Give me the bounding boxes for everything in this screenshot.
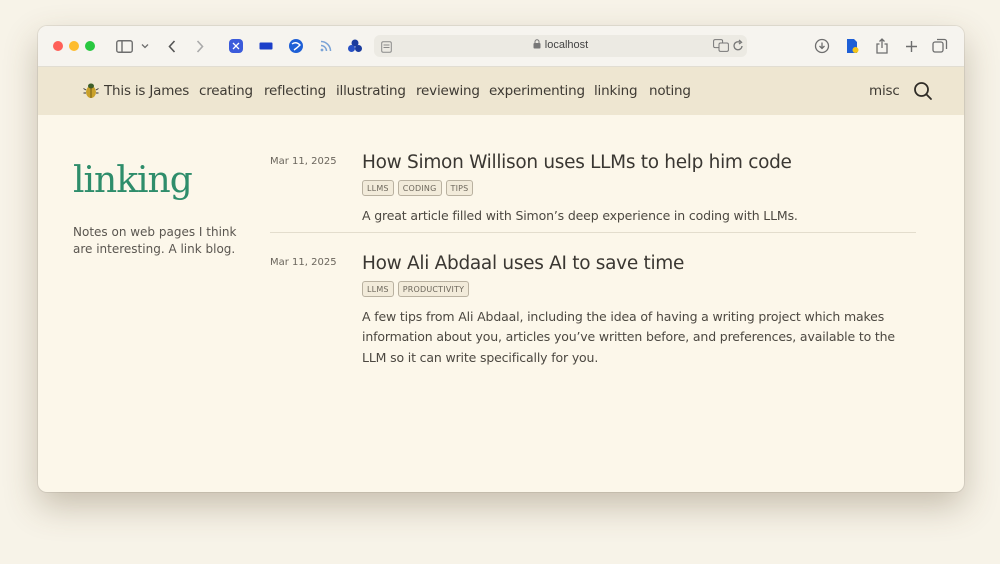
- chevron-down-icon[interactable]: [139, 37, 151, 55]
- post-tags: LLMS CODING TIPS: [362, 180, 474, 196]
- page-title: linking: [73, 160, 193, 201]
- close-window-button[interactable]: [53, 41, 63, 51]
- nav-reviewing-link[interactable]: reviewing: [416, 83, 480, 99]
- browser-window: localhost This is James creating reflect…: [38, 26, 964, 492]
- zoom-window-button[interactable]: [85, 41, 95, 51]
- extension-cluster-icon[interactable]: [347, 38, 363, 54]
- nav-linking-link[interactable]: linking: [594, 83, 638, 99]
- nav-misc-link[interactable]: misc: [869, 83, 900, 99]
- nav-noting-link[interactable]: noting: [649, 83, 691, 99]
- post-summary: A few tips from Ali Abdaal, including th…: [362, 309, 895, 365]
- post-title-link[interactable]: How Simon Willison uses LLMs to help him…: [362, 152, 792, 173]
- address-bar[interactable]: localhost: [374, 35, 747, 57]
- downloads-icon[interactable]: [814, 38, 830, 54]
- minimize-window-button[interactable]: [69, 41, 79, 51]
- back-icon[interactable]: [165, 37, 179, 55]
- tag-productivity[interactable]: PRODUCTIVITY: [397, 281, 470, 297]
- reload-icon[interactable]: [732, 39, 744, 57]
- tab-overview-icon[interactable]: [932, 38, 948, 54]
- lock-icon: [533, 39, 541, 52]
- tag-coding[interactable]: CODING: [397, 180, 442, 196]
- post-divider: [270, 232, 916, 233]
- page-description: Notes on web pages I think are interesti…: [73, 225, 237, 256]
- rss-feed-icon[interactable]: [318, 38, 334, 54]
- nav-illustrating-link[interactable]: illustrating: [336, 83, 406, 99]
- forward-icon[interactable]: [193, 37, 207, 55]
- post-tags: LLMS PRODUCTIVITY: [362, 281, 470, 297]
- post-date: Mar 11, 2025: [270, 257, 337, 268]
- post-date: Mar 11, 2025: [270, 156, 337, 167]
- beetle-logo-icon[interactable]: [83, 82, 99, 104]
- tag-llms[interactable]: LLMS: [362, 180, 394, 196]
- nav-experimenting-link[interactable]: experimenting: [489, 83, 585, 99]
- url-label: localhost: [544, 39, 589, 51]
- search-icon[interactable]: [913, 81, 933, 106]
- tag-llms[interactable]: LLMS: [362, 281, 394, 297]
- extension-bar-icon[interactable]: [258, 38, 274, 54]
- share-icon[interactable]: [874, 38, 890, 54]
- extension-globe-icon[interactable]: [288, 38, 304, 54]
- browser-toolbar: localhost: [38, 26, 964, 67]
- tag-tips[interactable]: TIPS: [445, 180, 474, 196]
- nav-creating-link[interactable]: creating: [199, 83, 253, 99]
- extension-pdf-icon[interactable]: [844, 38, 860, 54]
- site-header: This is James creating reflecting illust…: [38, 67, 964, 115]
- new-tab-icon[interactable]: [903, 38, 919, 54]
- nav-reflecting-link[interactable]: reflecting: [264, 83, 326, 99]
- post-title-link[interactable]: How Ali Abdaal uses AI to save time: [362, 253, 684, 274]
- url-text: localhost: [374, 39, 747, 52]
- post-summary: A great article filled with Simon’s deep…: [362, 208, 798, 223]
- nav-home-link[interactable]: This is James: [104, 83, 189, 99]
- translate-icon[interactable]: [713, 39, 729, 57]
- extension-bitwarden-icon[interactable]: [228, 38, 244, 54]
- sidebar-toggle-icon[interactable]: [114, 37, 134, 55]
